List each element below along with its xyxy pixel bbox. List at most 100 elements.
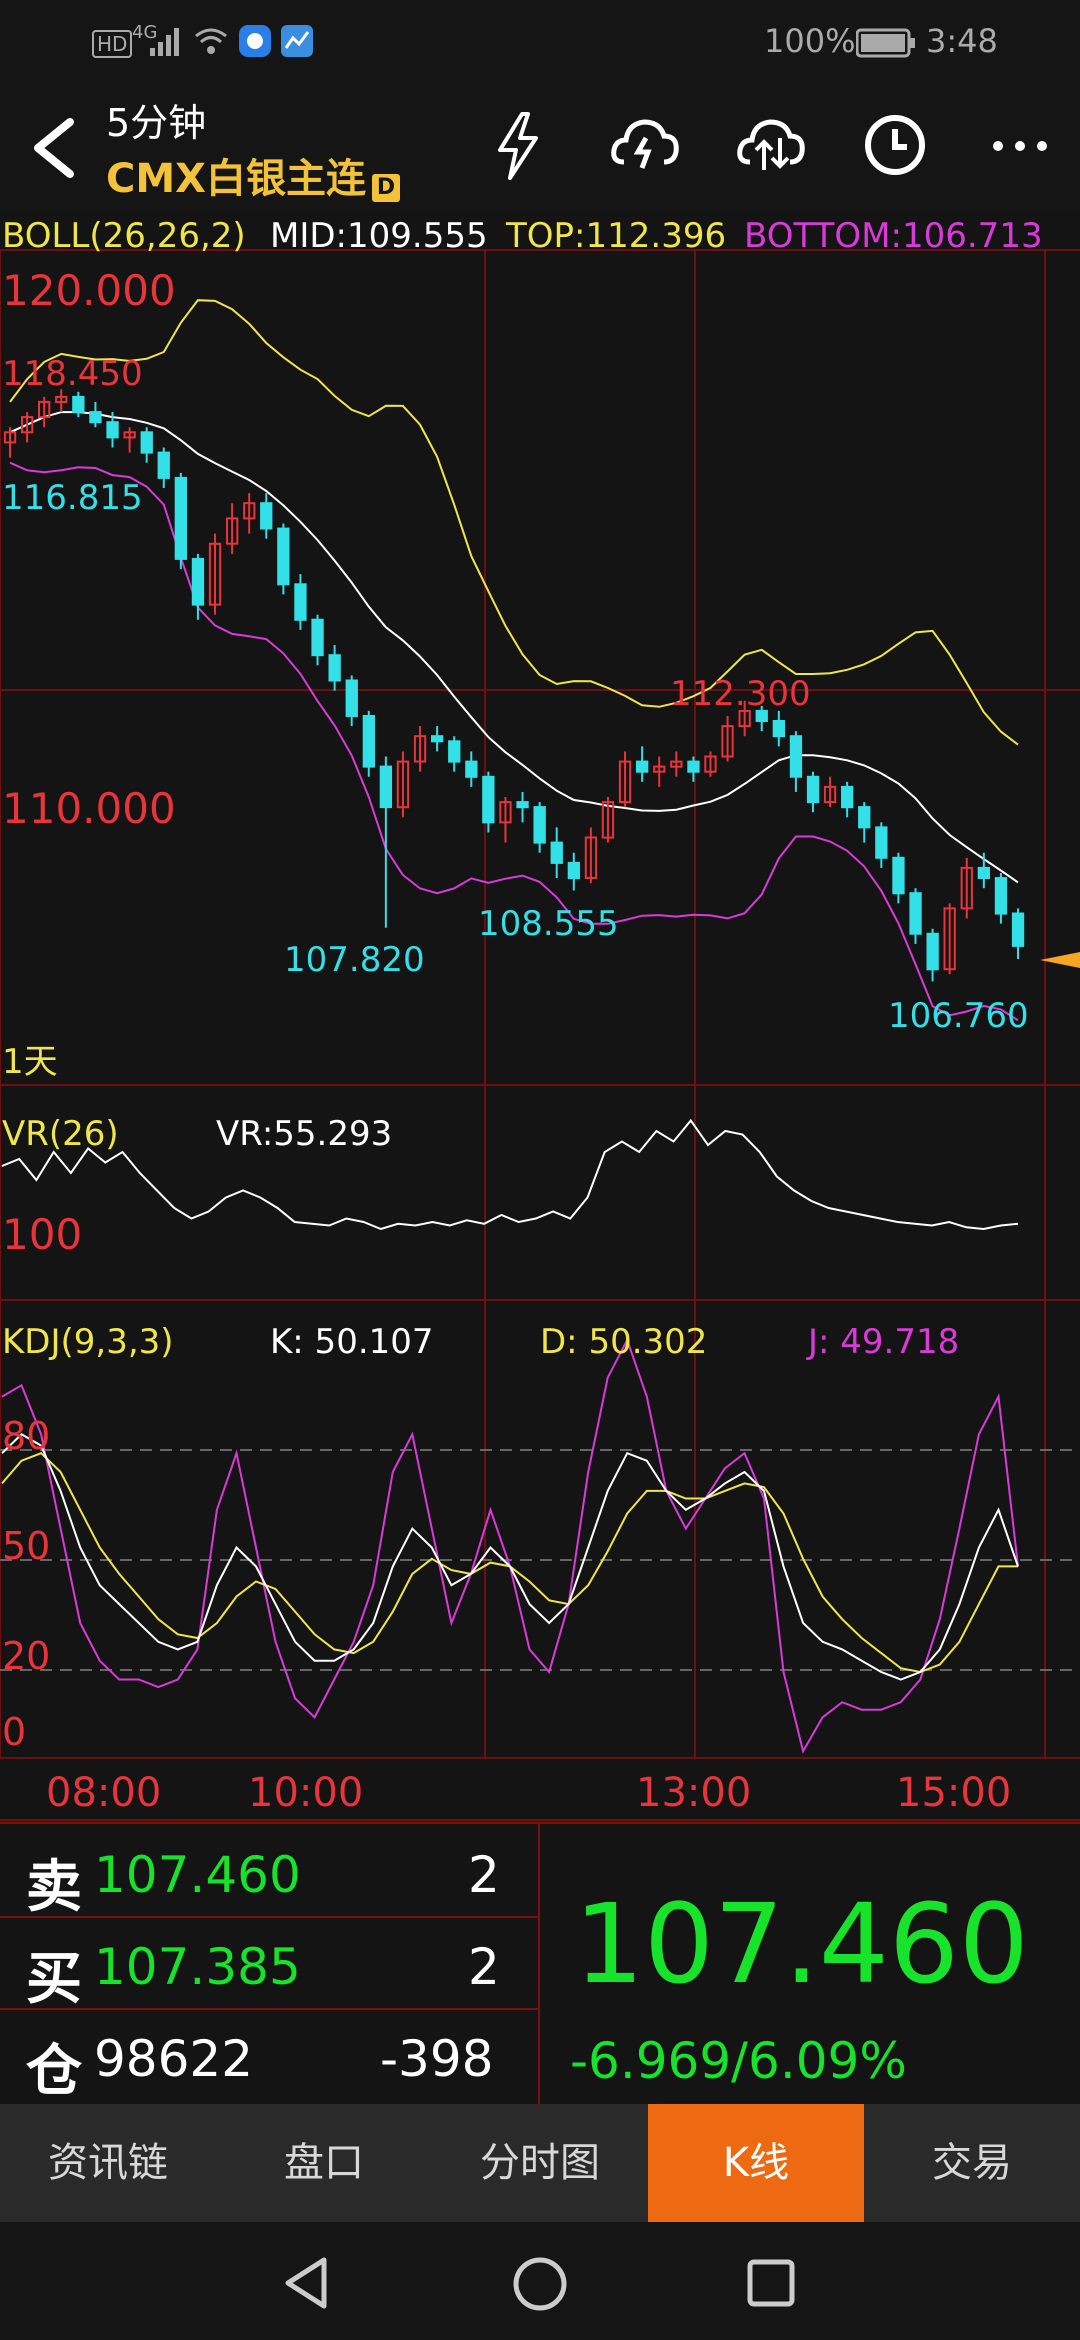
candle <box>277 527 290 586</box>
time-label: 10:00 <box>248 1770 364 1816</box>
buy-qty: 2 <box>468 1938 500 1996</box>
home-nav-icon[interactable] <box>512 2256 568 2312</box>
candle <box>431 735 444 743</box>
candle <box>909 892 922 935</box>
kdj-j: J: 49.718 <box>808 1322 960 1362</box>
last-price: 107.460 <box>574 1880 1029 2008</box>
candle <box>806 775 820 804</box>
recents-nav-icon[interactable] <box>746 2258 796 2308</box>
top-bar: 5分钟 CMX白银主连 D <box>0 86 1080 210</box>
candle <box>926 932 939 971</box>
candle <box>772 720 786 738</box>
kdj-j-line <box>1 1337 1019 1754</box>
annotation-low: 108.555 <box>478 904 619 944</box>
boll-name: BOLL(26,26,2) <box>2 216 246 256</box>
buy-price[interactable]: 107.385 <box>94 1938 301 1996</box>
time-label: 13:00 <box>636 1770 752 1816</box>
candle <box>994 877 1008 915</box>
battery-icon <box>856 28 915 58</box>
clock: 3:48 <box>926 22 998 60</box>
back-nav-icon[interactable] <box>282 2256 332 2310</box>
candle <box>1011 912 1025 947</box>
open-interest-change: -398 <box>380 2030 494 2088</box>
kdj-level-80: 80 <box>2 1414 51 1458</box>
sell-qty: 2 <box>468 1846 500 1904</box>
candle <box>260 502 273 530</box>
candle <box>72 395 85 414</box>
battery-percent: 100% <box>764 22 856 60</box>
app-notification-icon <box>239 25 271 57</box>
candle <box>140 431 153 454</box>
candle <box>106 421 119 439</box>
candle <box>977 866 991 880</box>
candle <box>379 765 393 809</box>
kdj-k: K: 50.107 <box>270 1322 434 1362</box>
app-notification-icon <box>281 25 313 57</box>
candle <box>328 654 341 682</box>
kdj-level-20: 20 <box>2 1634 51 1678</box>
candle <box>636 760 649 773</box>
price-axis-low: 110.000 <box>2 784 176 833</box>
period-title: 5分钟 <box>106 101 207 145</box>
tab-timeshare[interactable]: 分时图 <box>432 2104 648 2222</box>
cloud-sync-icon[interactable] <box>736 114 806 176</box>
vr-line <box>1 1118 1019 1231</box>
buy-label: 买 <box>26 1947 82 2012</box>
system-nav-bar <box>0 2222 1080 2340</box>
candle <box>516 801 529 809</box>
vr-value: VR:55.293 <box>216 1114 393 1154</box>
candle <box>858 806 871 829</box>
back-arrow-icon[interactable] <box>24 116 84 180</box>
kdj-level-50: 50 <box>2 1524 51 1568</box>
annotation-high: 118.450 <box>2 354 143 394</box>
candle <box>362 715 376 768</box>
kline-chart[interactable]: BOLL(26,26,2) MID:109.555 TOP:112.396 BO… <box>0 210 1080 1822</box>
cloud-flash-icon[interactable] <box>610 114 680 176</box>
period-label[interactable]: 1天 <box>2 1034 58 1083</box>
tab-orderbook[interactable]: 盘口 <box>216 2104 432 2222</box>
more-icon[interactable] <box>990 136 1050 156</box>
candle <box>567 861 581 880</box>
candle <box>789 735 803 778</box>
vr-name: VR(26) <box>2 1114 119 1154</box>
kdj-d: D: 50.302 <box>540 1322 708 1362</box>
tab-kline[interactable]: K线 <box>648 2104 864 2222</box>
tab-trade[interactable]: 交易 <box>864 2104 1080 2222</box>
clock-icon[interactable] <box>862 112 928 178</box>
quote-panel: 卖 107.460 2 买 107.385 2 仓 98622 -398 107… <box>0 1822 1080 2106</box>
candle <box>345 679 358 717</box>
candle <box>482 775 495 824</box>
symbol-title[interactable]: CMX白银主连 D <box>106 146 400 204</box>
wifi-icon <box>195 28 227 54</box>
price-change: -6.969/6.09% <box>570 2032 907 2090</box>
candle <box>687 760 700 773</box>
sell-label: 卖 <box>26 1855 82 1920</box>
candle <box>294 583 307 621</box>
lightning-icon[interactable] <box>490 110 546 182</box>
annotation-low: 106.760 <box>888 996 1029 1036</box>
price-axis-high: 120.000 <box>2 266 176 315</box>
kdj-k-line <box>1 1433 1019 1681</box>
kdj-name: KDJ(9,3,3) <box>2 1322 174 1362</box>
annotation-low: 107.820 <box>284 940 425 980</box>
candle <box>841 785 854 809</box>
kdj-level-0: 0 <box>2 1710 27 1754</box>
open-interest-label: 仓 <box>26 2039 82 2104</box>
annotation-high: 112.300 <box>670 674 811 714</box>
current-price-marker-icon <box>1040 952 1080 968</box>
time-label: 15:00 <box>896 1770 1012 1816</box>
signal-icon <box>150 28 179 56</box>
candle <box>191 558 205 606</box>
boll-mid: MID:109.555 <box>270 216 488 256</box>
tab-news[interactable]: 资讯链 <box>0 2104 216 2222</box>
candle <box>892 856 905 895</box>
boll-top-line <box>9 299 1019 746</box>
open-interest-value: 98622 <box>94 2030 254 2088</box>
candle <box>875 826 888 859</box>
candle <box>465 760 478 778</box>
sell-price[interactable]: 107.460 <box>94 1846 301 1904</box>
candle <box>550 841 563 864</box>
status-bar: HD 4G 100% 3:48 <box>0 0 1080 86</box>
bottom-tabs: 资讯链 盘口 分时图 K线 交易 <box>0 2104 1080 2222</box>
candle <box>448 740 461 763</box>
